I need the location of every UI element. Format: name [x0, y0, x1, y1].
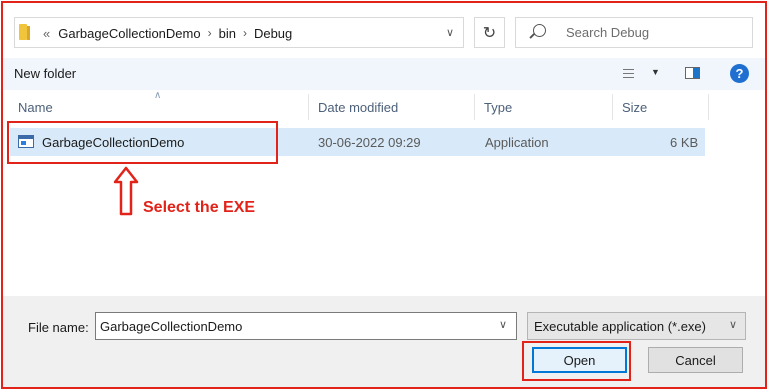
folder-icon	[19, 24, 30, 40]
chevron-down-icon[interactable]: ∨	[446, 26, 454, 39]
column-type[interactable]: Type	[484, 92, 512, 122]
breadcrumb: « GarbageCollectionDemo › bin › Debug	[43, 25, 292, 41]
file-type: Application	[485, 135, 549, 150]
search-placeholder: Search Debug	[566, 25, 650, 40]
column-divider[interactable]	[308, 94, 309, 120]
cancel-button[interactable]: Cancel	[648, 347, 743, 373]
highlight-box-open	[522, 341, 631, 381]
file-name-label: File name:	[28, 320, 89, 335]
file-name-input[interactable]: GarbageCollectionDemo	[95, 312, 517, 340]
annotation-label: Select the EXE	[143, 199, 256, 216]
chevron-down-icon[interactable]: ∨	[499, 318, 507, 331]
file-date-modified: 30-06-2022 09:29	[318, 135, 421, 150]
file-size: 6 KB	[670, 135, 699, 150]
refresh-button[interactable]: ↻	[474, 17, 505, 48]
refresh-icon: ↻	[482, 24, 497, 42]
column-name[interactable]: Name	[18, 92, 53, 122]
toolbar: New folder ▼ ?	[3, 58, 765, 90]
search-icon	[533, 24, 546, 37]
help-icon[interactable]: ?	[730, 64, 749, 83]
chevron-down-icon[interactable]: ▼	[651, 67, 660, 77]
arrow-up-icon	[113, 166, 139, 216]
column-divider[interactable]	[474, 94, 475, 120]
breadcrumb-item-project[interactable]: GarbageCollectionDemo	[58, 26, 200, 41]
file-type-select[interactable]: Executable application (*.exe)	[527, 312, 746, 340]
breadcrumb-item-debug[interactable]: Debug	[254, 26, 292, 41]
overflow-chevrons[interactable]: «	[43, 26, 50, 41]
sort-up-icon: ∧	[154, 90, 162, 101]
chevron-down-icon[interactable]: ∨	[729, 318, 737, 331]
address-bar[interactable]: « GarbageCollectionDemo › bin › Debug ∨	[14, 17, 464, 48]
column-size[interactable]: Size	[622, 92, 647, 122]
breadcrumb-item-bin[interactable]: bin	[219, 26, 236, 41]
column-date-modified[interactable]: Date modified	[318, 92, 398, 122]
bottom-panel: File name: GarbageCollectionDemo ∨ Execu…	[3, 296, 765, 387]
breadcrumb-separator[interactable]: ›	[208, 26, 212, 40]
highlight-box-file	[7, 121, 278, 164]
column-headers: ∧ Name Date modified Type Size	[3, 90, 765, 122]
search-input[interactable]: Search Debug	[515, 17, 753, 48]
column-divider[interactable]	[612, 94, 613, 120]
column-divider[interactable]	[708, 94, 709, 120]
preview-pane-icon[interactable]	[685, 67, 700, 79]
new-folder-button[interactable]: New folder	[14, 66, 76, 81]
view-options-icon[interactable]	[623, 69, 634, 78]
breadcrumb-separator[interactable]: ›	[243, 26, 247, 40]
